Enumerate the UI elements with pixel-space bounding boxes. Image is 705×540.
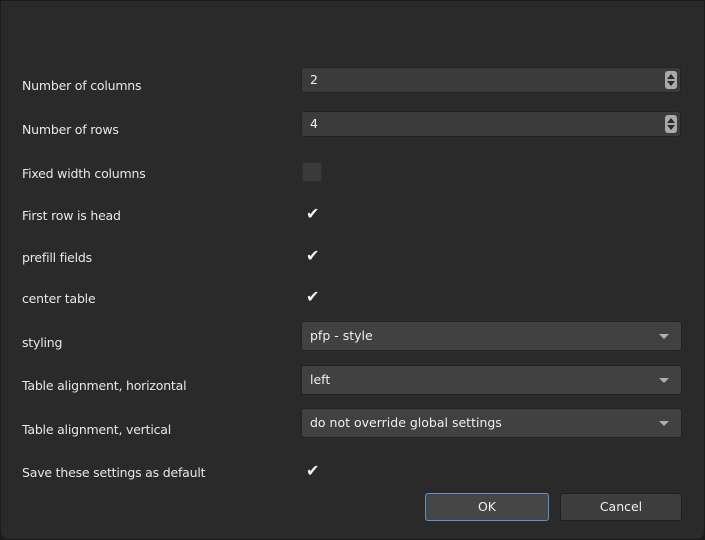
align-horizontal-label: Table alignment, horizontal (22, 378, 187, 393)
spin-arrows-icon[interactable] (665, 71, 677, 89)
prefill-checkbox[interactable]: ✔ (302, 246, 322, 266)
cancel-button[interactable]: Cancel (560, 493, 682, 521)
styling-label: styling (22, 335, 63, 350)
prefill-label: prefill fields (22, 250, 92, 265)
chevron-down-icon[interactable] (659, 378, 669, 383)
align-horizontal-dropdown[interactable]: left (301, 365, 682, 395)
align-vertical-dropdown[interactable]: do not override global settings (301, 408, 682, 438)
ok-button[interactable]: OK (425, 493, 549, 521)
center-table-checkbox[interactable]: ✔ (302, 287, 322, 307)
check-icon: ✔ (306, 461, 320, 480)
columns-value[interactable]: 2 (310, 72, 318, 87)
save-default-checkbox[interactable]: ✔ (302, 461, 322, 481)
columns-label: Number of columns (22, 78, 142, 93)
align-vertical-label: Table alignment, vertical (22, 422, 172, 437)
chevron-down-icon[interactable] (659, 334, 669, 339)
check-icon: ✔ (306, 287, 320, 306)
align-vertical-value[interactable]: do not override global settings (310, 415, 502, 430)
check-icon: ✔ (306, 204, 320, 223)
spin-arrows-icon[interactable] (665, 115, 677, 133)
check-icon: ✔ (306, 246, 320, 265)
styling-dropdown[interactable]: pfp - style (301, 321, 682, 351)
columns-spinbox[interactable]: 2 (301, 67, 681, 93)
first-row-head-checkbox[interactable]: ✔ (302, 204, 322, 224)
first-row-head-label: First row is head (22, 208, 121, 223)
center-table-label: center table (22, 291, 96, 306)
styling-value[interactable]: pfp - style (310, 328, 373, 343)
rows-label: Number of rows (22, 122, 119, 137)
rows-value[interactable]: 4 (310, 116, 318, 131)
chevron-down-icon[interactable] (659, 421, 669, 426)
insert-table-dialog: Number of columns 2 Number of rows 4 Fix… (0, 0, 705, 540)
rows-spinbox[interactable]: 4 (301, 111, 681, 137)
fixed-width-label: Fixed width columns (22, 166, 146, 181)
align-horizontal-value[interactable]: left (310, 372, 330, 387)
save-default-label: Save these settings as default (22, 465, 206, 480)
fixed-width-checkbox[interactable] (302, 162, 322, 182)
